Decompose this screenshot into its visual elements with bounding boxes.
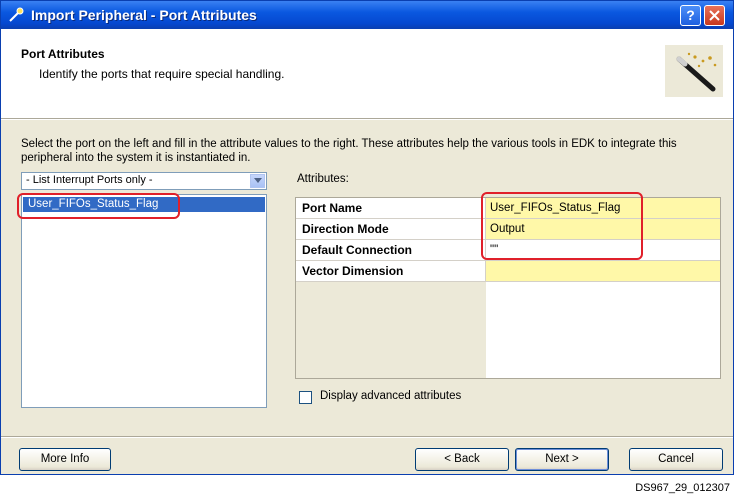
port-highlight-box xyxy=(17,193,180,219)
help-button[interactable]: ? xyxy=(680,5,701,26)
dialog-window: Import Peripheral - Port Attributes ? Po… xyxy=(0,0,734,475)
instructions-text: Select the port on the left and fill in … xyxy=(21,138,677,164)
wizard-icon xyxy=(9,7,24,22)
close-icon xyxy=(709,10,720,21)
title-bar[interactable]: Import Peripheral - Port Attributes ? xyxy=(1,1,733,29)
attr-name-port-name: Port Name xyxy=(296,198,486,219)
window-title: Import Peripheral - Port Attributes xyxy=(31,7,257,23)
port-filter-value: - List Interrupt Ports only - xyxy=(26,174,153,186)
footer-divider xyxy=(1,436,733,438)
table-row: Vector Dimension xyxy=(296,261,720,282)
attr-name-direction-mode: Direction Mode xyxy=(296,219,486,240)
advanced-attributes-label[interactable]: Display advanced attributes xyxy=(320,390,461,402)
attribute-highlight-box xyxy=(481,192,643,260)
more-info-button[interactable]: More Info xyxy=(19,448,111,471)
cancel-button[interactable]: Cancel xyxy=(629,448,723,471)
page-title: Port Attributes xyxy=(21,47,105,61)
chevron-down-icon[interactable] xyxy=(250,174,265,188)
page-subtitle: Identify the ports that require special … xyxy=(39,67,285,81)
magic-wand-icon xyxy=(665,45,723,97)
attr-name-vector-dimension: Vector Dimension xyxy=(296,261,486,282)
close-button[interactable] xyxy=(704,5,725,26)
advanced-attributes-checkbox[interactable] xyxy=(299,391,312,404)
back-button[interactable]: < Back xyxy=(415,448,509,471)
figure-caption: DS967_29_012307 xyxy=(635,482,730,494)
port-list[interactable]: User_FIFOs_Status_Flag xyxy=(21,194,267,408)
attr-value-vector-dimension[interactable] xyxy=(486,261,720,282)
attr-name-default-connection: Default Connection xyxy=(296,240,486,261)
next-button[interactable]: Next > xyxy=(515,448,609,471)
port-filter-dropdown[interactable]: - List Interrupt Ports only - xyxy=(21,172,267,190)
grid-empty-area xyxy=(486,282,720,378)
attributes-label: Attributes: xyxy=(297,173,349,185)
header-divider xyxy=(1,118,733,120)
